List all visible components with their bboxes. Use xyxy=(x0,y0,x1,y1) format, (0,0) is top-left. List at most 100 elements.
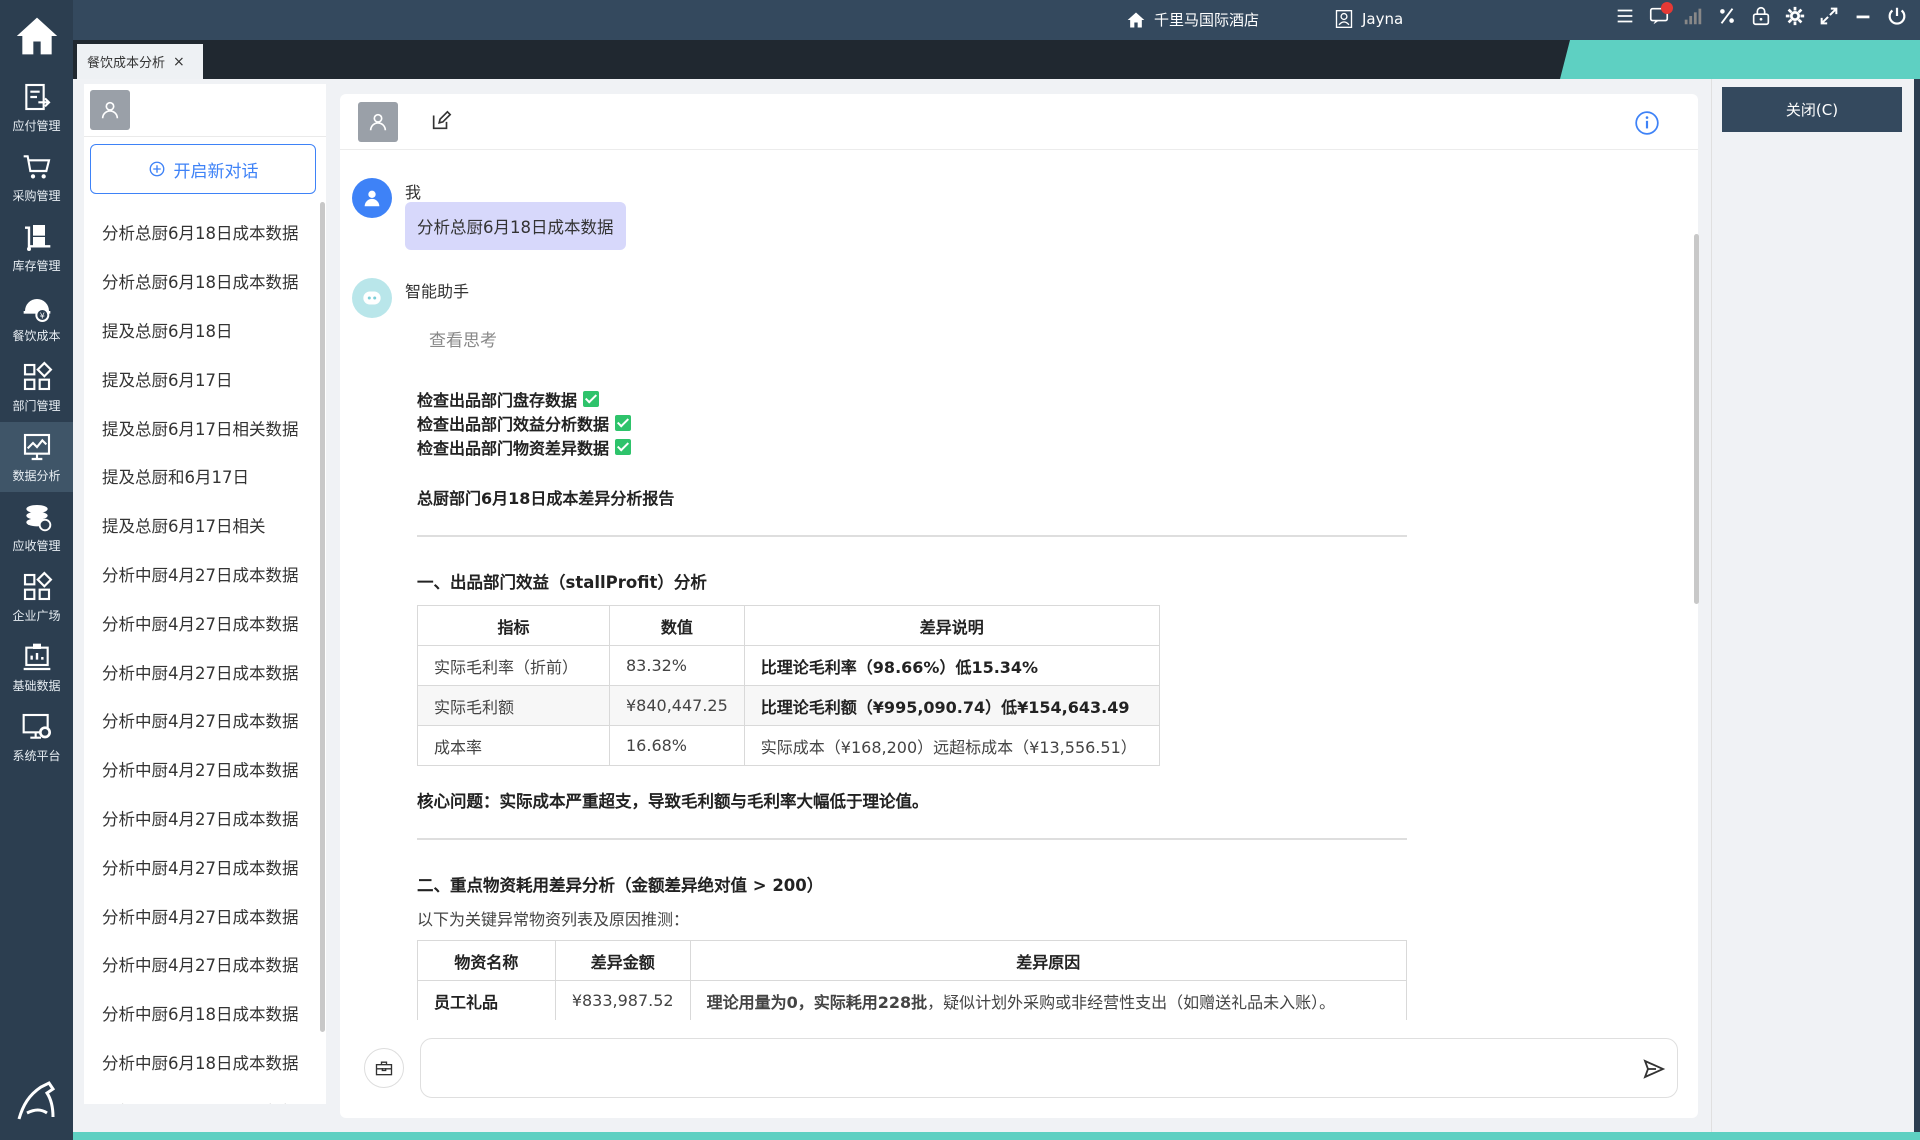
nav-label: 系统平台 xyxy=(12,748,61,763)
avatar[interactable] xyxy=(358,102,398,142)
table-cell: 比理论毛利率（98.66%）低15.34% xyxy=(743,645,1160,686)
report-title: 总厨部门6月18日成本差异分析报告 xyxy=(417,489,675,508)
user-name: Jayna xyxy=(1362,10,1404,28)
new-chat-button[interactable]: 开启新对话 xyxy=(90,144,316,194)
user-menu[interactable]: Jayna xyxy=(1334,9,1403,29)
check-item: 检查出品部门效益分析数据 xyxy=(417,411,1407,435)
analytics-icon xyxy=(23,433,50,460)
section-title: 二、重点物资耗用差异分析（金额差异绝对值 > 200） xyxy=(417,876,824,895)
tab-dining-cost-analysis[interactable]: 餐饮成本分析 × xyxy=(77,44,203,79)
nav-item-inventory[interactable]: 库存管理 xyxy=(0,212,73,282)
table-header: 差异原因 xyxy=(689,940,1408,981)
table-cell: 16.68% xyxy=(609,725,745,766)
table-header-row: 指标 数值 差异说明 xyxy=(417,605,1160,646)
power-icon[interactable] xyxy=(1886,5,1908,27)
gear-icon[interactable] xyxy=(1784,5,1806,27)
home-button[interactable] xyxy=(0,0,73,72)
list-item[interactable]: 分析中厨6月18日成本数据 xyxy=(84,1086,316,1104)
chat-panel: 我 分析总厨6月18日成本数据 智能助手 查看思考 检查出品部门盘存数据 检查出… xyxy=(340,94,1699,1118)
nav-item-dining-cost[interactable]: ¥ 餐饮成本 xyxy=(0,282,73,352)
list-item[interactable]: 分析中厨4月27日成本数据 xyxy=(84,696,316,745)
nav-item-department[interactable]: 部门管理 xyxy=(0,352,73,422)
conversation-scrollbar[interactable] xyxy=(320,202,325,1032)
section-title: 一、出品部门效益（stallProfit）分析 xyxy=(417,573,707,592)
list-item[interactable]: 分析中厨4月27日成本数据 xyxy=(84,598,316,647)
edit-icon[interactable] xyxy=(430,110,452,136)
assistant-avatar xyxy=(352,278,392,318)
right-panel: 关闭(C) xyxy=(1711,79,1914,1132)
section-description: 以下为关键异常物资列表及原因推测： xyxy=(417,910,690,929)
list-item[interactable]: 分析中厨4月27日成本数据 xyxy=(84,842,316,891)
toolbox-icon xyxy=(375,1061,393,1076)
chat-input-row xyxy=(340,1020,1698,1118)
toolkit-button[interactable] xyxy=(364,1048,404,1088)
chat-input[interactable] xyxy=(420,1038,1678,1098)
nav-item-system[interactable]: 系统平台 xyxy=(0,702,73,772)
close-button[interactable]: 关闭(C) xyxy=(1722,87,1902,132)
list-item[interactable]: 分析中厨6月18日成本数据 xyxy=(84,989,316,1038)
system-icon xyxy=(22,713,51,739)
user-avatar-icon xyxy=(101,101,119,119)
side-nav: 应付管理 采购管理 库存管理 ¥ 餐饮成本 部门管理 数据分析 应收管理 企业广… xyxy=(0,0,73,1140)
table-header: 差异说明 xyxy=(743,605,1160,646)
table-row: 实际毛利率（折前） 83.32% 比理论毛利率（98.66%）低15.34% xyxy=(417,645,1160,686)
menu-icon[interactable] xyxy=(1614,5,1636,27)
expand-icon[interactable] xyxy=(1818,5,1840,27)
avatar[interactable] xyxy=(90,90,130,130)
list-item[interactable]: 分析总厨6月18日成本数据 xyxy=(84,257,316,306)
message-scrollbar[interactable] xyxy=(1694,234,1699,604)
table-cell: 实际毛利额 xyxy=(417,685,610,726)
nav-label: 采购管理 xyxy=(12,188,61,203)
list-item[interactable]: 提及总厨和6月17日 xyxy=(84,452,316,501)
me-avatar xyxy=(352,178,392,218)
nav-label: 应收管理 xyxy=(12,538,61,553)
list-item[interactable]: 提及总厨6月18日 xyxy=(84,306,316,355)
percent-icon[interactable] xyxy=(1716,5,1738,27)
divider xyxy=(417,838,1407,840)
list-item[interactable]: 分析中厨4月27日成本数据 xyxy=(84,940,316,989)
hotel-selector[interactable]: 千里马国际酒店 xyxy=(1126,9,1259,30)
list-item[interactable]: 提及总厨6月17日相关数据 xyxy=(84,403,316,452)
nav-item-enterprise[interactable]: 企业广场 xyxy=(0,562,73,632)
minimize-icon[interactable] xyxy=(1852,5,1874,27)
reason-bold: 理论用量为0，实际耗用228批 xyxy=(706,992,928,1012)
enterprise-icon xyxy=(23,571,52,600)
info-icon[interactable] xyxy=(1634,110,1660,140)
table-header: 指标 xyxy=(417,605,610,646)
hotel-name: 千里马国际酒店 xyxy=(1154,11,1260,29)
table-cell: 理论用量为0，实际耗用228批，疑似计划外采购或非经营性支出（如赠送礼品未入账）… xyxy=(689,980,1408,1020)
material-variance-table: 物资名称 差异金额 差异原因 员工礼品 ¥833,987.52 理论用量为0，实… xyxy=(417,940,1408,1020)
horse-logo-icon xyxy=(17,1081,55,1120)
check-icon xyxy=(615,415,632,431)
nav-item-purchase[interactable]: 采购管理 xyxy=(0,142,73,212)
nav-label: 餐饮成本 xyxy=(12,328,61,343)
send-icon[interactable] xyxy=(1642,1057,1666,1085)
list-item[interactable]: 分析中厨4月27日成本数据 xyxy=(84,647,316,696)
list-item[interactable]: 分析中厨4月27日成本数据 xyxy=(84,794,316,843)
check-icon xyxy=(615,439,632,455)
conversation-list: 分析总厨6月18日成本数据 分析总厨6月18日成本数据 提及总厨6月18日 提及总厨6… xyxy=(84,208,316,1104)
list-item[interactable]: 分析中厨4月27日成本数据 xyxy=(84,550,316,599)
tab-close-icon[interactable]: × xyxy=(173,54,185,70)
basic-data-icon xyxy=(23,643,50,670)
nav-item-receivable[interactable]: 应收管理 xyxy=(0,492,73,562)
list-item[interactable]: 提及总厨6月17日 xyxy=(84,354,316,403)
lock-icon[interactable] xyxy=(1750,5,1772,27)
nav-item-basic-data[interactable]: 基础数据 xyxy=(0,632,73,702)
nav-item-payable[interactable]: 应付管理 xyxy=(0,72,73,142)
message-icon[interactable] xyxy=(1648,2,1673,27)
nav-label: 企业广场 xyxy=(12,608,61,623)
list-item[interactable]: 分析总厨6月18日成本数据 xyxy=(84,208,316,257)
profit-table: 指标 数值 差异说明 实际毛利率（折前） 83.32% 比理论毛利率（98.66… xyxy=(417,605,1160,766)
nav-item-analytics[interactable]: 数据分析 xyxy=(0,422,73,492)
me-name: 我 xyxy=(405,183,422,202)
list-item[interactable]: 分析中厨4月27日成本数据 xyxy=(84,891,316,940)
view-thinking-toggle[interactable]: 查看思考 xyxy=(429,326,497,351)
nav-label: 数据分析 xyxy=(12,468,61,483)
assistant-name: 智能助手 xyxy=(405,282,470,301)
list-item[interactable]: 提及总厨6月17日相关 xyxy=(84,501,316,550)
table-header: 数值 xyxy=(609,605,745,646)
department-icon xyxy=(23,361,52,390)
list-item[interactable]: 分析中厨4月27日成本数据 xyxy=(84,745,316,794)
list-item[interactable]: 分析中厨6月18日成本数据 xyxy=(84,1038,316,1087)
